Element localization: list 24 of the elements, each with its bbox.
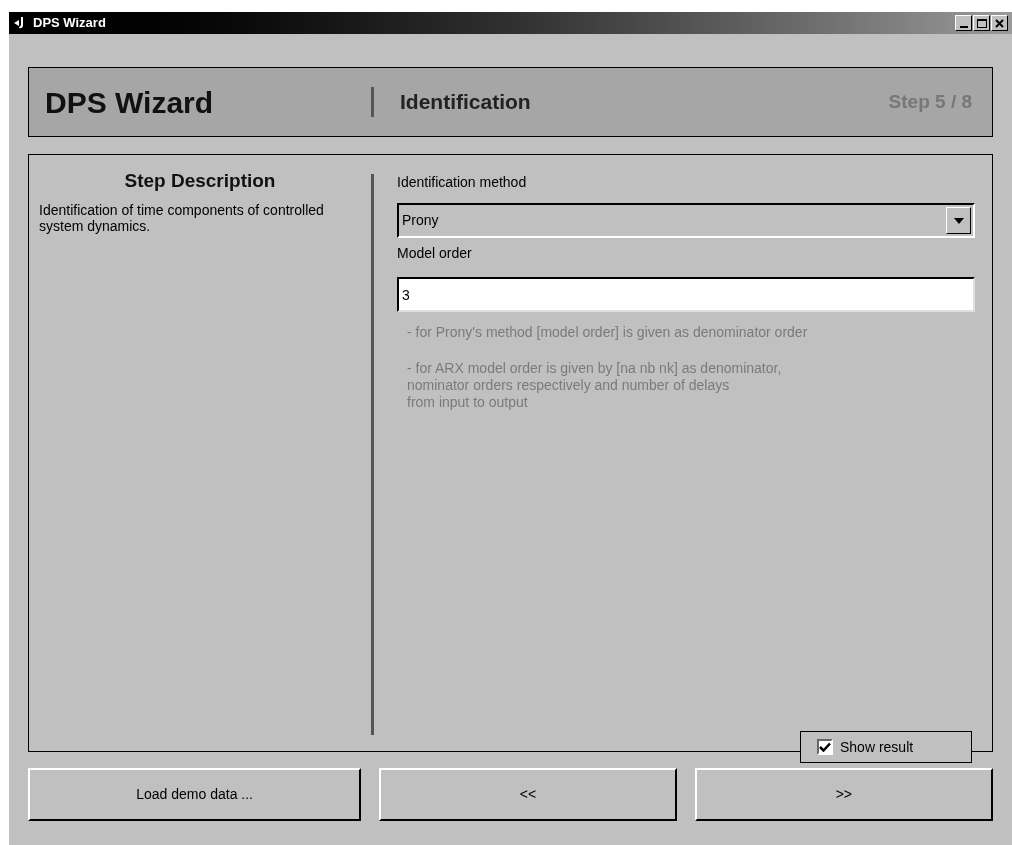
field-label: Identification method (397, 173, 528, 192)
wizard-button[interactable]: >> (694, 768, 993, 821)
field-label: Model order (397, 244, 473, 263)
wizard-button[interactable]: << (379, 768, 677, 821)
close-icon (995, 18, 1004, 28)
dropdown-caret[interactable] (946, 207, 971, 234)
caret-icon (953, 217, 964, 224)
close-button[interactable] (991, 15, 1008, 31)
window-title: DPS Wizard (33, 14, 106, 33)
maximize-icon (976, 18, 987, 28)
minimize-icon (959, 26, 968, 28)
wizard-button[interactable]: Load demo data ... (28, 768, 362, 821)
hint-text: - for ARX model order is given by [na nb nk] as denominator, nominator orders respectively and number of delays from input to output (407, 360, 783, 411)
model-order-field[interactable]: 3 (397, 277, 975, 312)
maximize-button[interactable] (973, 15, 990, 31)
step-description: Identification of time components of controlled system dynamics. (39, 201, 325, 234)
app-name: DPS Wizard (44, 84, 215, 121)
step-name: Identification (399, 89, 531, 116)
show-result-checkbox[interactable]: Show result (800, 731, 972, 763)
section-title: Step Description (123, 169, 277, 193)
checkmark-icon (819, 742, 831, 752)
hint-text: - for Prony's method [model order] is given as denominator order (407, 324, 809, 341)
minimize-button[interactable] (955, 15, 972, 31)
method-dropdown[interactable]: Prony (397, 203, 975, 238)
